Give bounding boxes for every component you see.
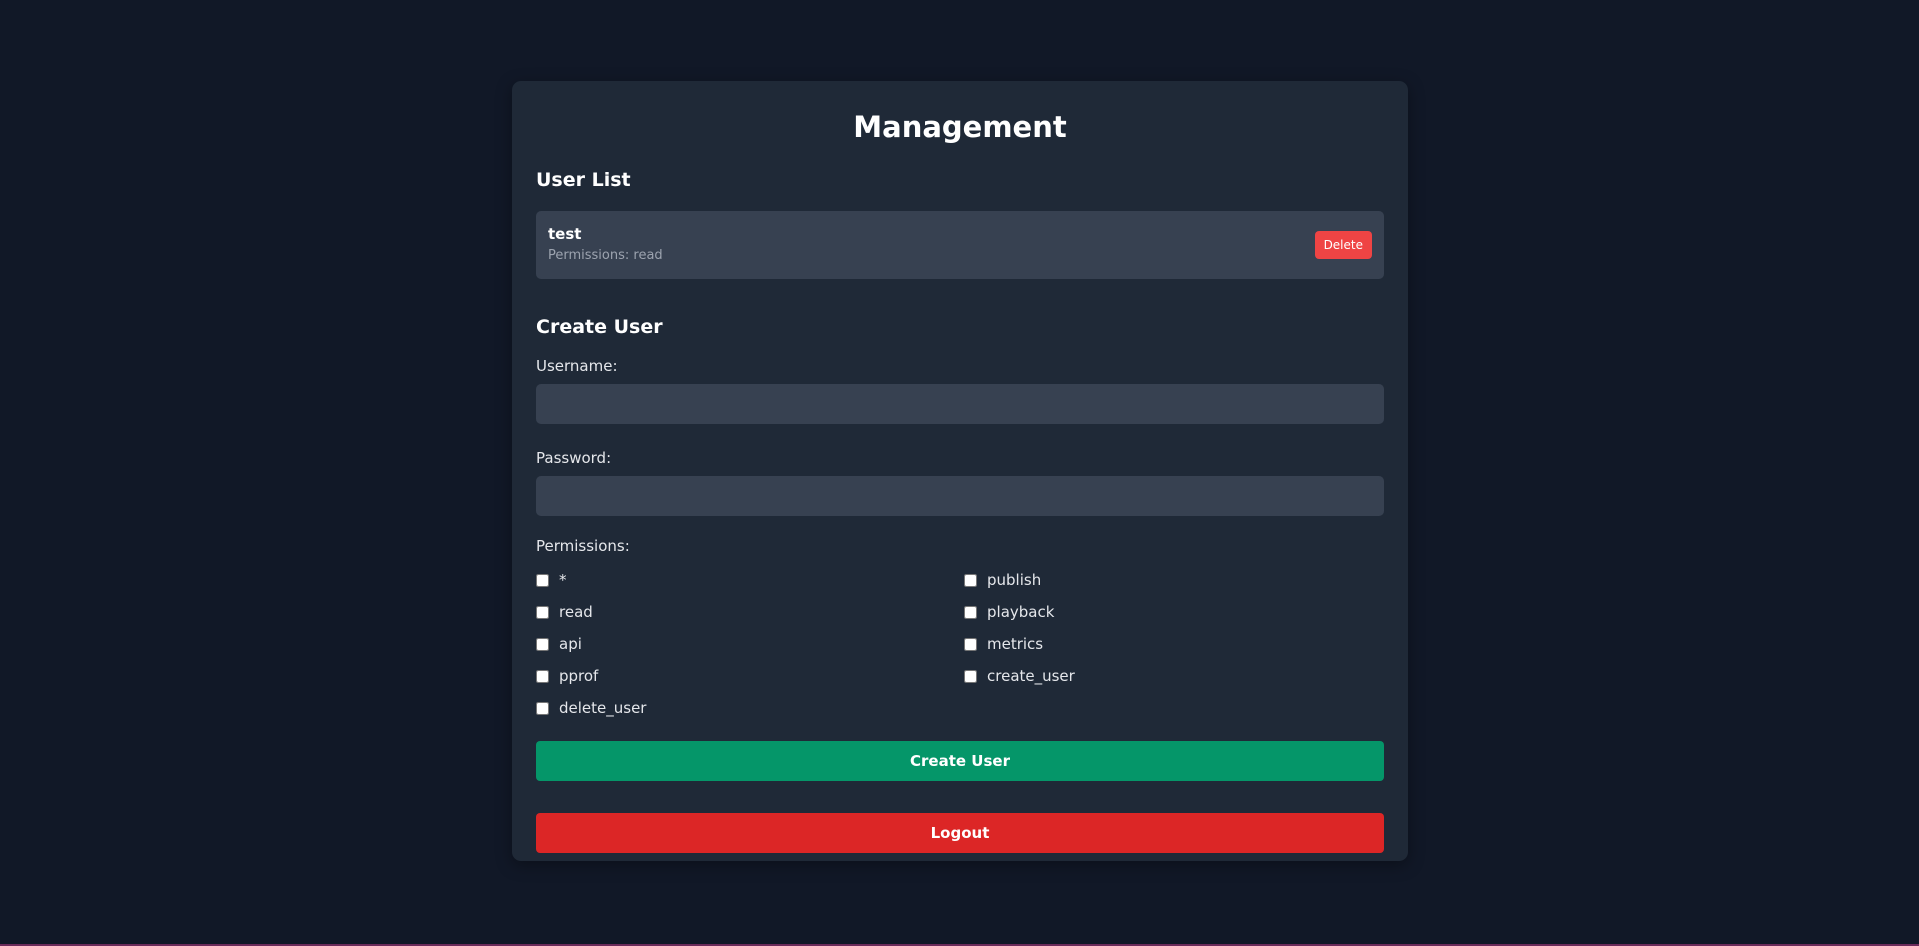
- permissions-label: Permissions:: [536, 537, 630, 555]
- management-card: Management User List test Permissions: r…: [512, 81, 1408, 861]
- permission-label-playback: playback: [987, 603, 1055, 621]
- user-permissions: Permissions: read: [548, 248, 663, 263]
- user-info: test Permissions: read: [548, 224, 663, 266]
- permission-item-create-user[interactable]: create_user: [964, 660, 1384, 692]
- permission-checkbox-metrics[interactable]: [964, 637, 977, 651]
- username-label: Username:: [536, 357, 618, 375]
- permission-item-metrics[interactable]: metrics: [964, 628, 1384, 660]
- permission-item-read[interactable]: read: [536, 596, 964, 628]
- permission-checkbox-delete-user[interactable]: [536, 701, 549, 715]
- delete-user-button[interactable]: Delete: [1314, 231, 1372, 259]
- permission-checkbox-create-user[interactable]: [964, 669, 977, 683]
- permission-item-delete-user[interactable]: delete_user: [536, 692, 964, 724]
- create-user-heading: Create User: [536, 316, 663, 338]
- permission-label-metrics: metrics: [987, 635, 1044, 653]
- permission-item-playback[interactable]: playback: [964, 596, 1384, 628]
- permission-item-api[interactable]: api: [536, 628, 964, 660]
- permission-item-publish[interactable]: publish: [964, 564, 1384, 596]
- permission-label-create-user: create_user: [987, 667, 1075, 685]
- permission-label-publish: publish: [987, 571, 1042, 589]
- username-input[interactable]: [536, 384, 1384, 424]
- permission-checkbox-read[interactable]: [536, 605, 549, 619]
- permission-checkbox-publish[interactable]: [964, 573, 977, 587]
- user-name: test: [548, 225, 582, 243]
- permission-label-api: api: [559, 635, 582, 653]
- permission-checkbox-playback[interactable]: [964, 605, 977, 619]
- user-list-item: test Permissions: read Delete: [536, 211, 1384, 279]
- page-title: Management: [853, 110, 1067, 144]
- page: Management User List test Permissions: r…: [0, 0, 1919, 946]
- permission-checkbox-pprof[interactable]: [536, 669, 549, 683]
- permission-item-pprof[interactable]: pprof: [536, 660, 964, 692]
- permission-label-delete-user: delete_user: [559, 699, 647, 717]
- permission-item-all[interactable]: *: [536, 564, 964, 596]
- password-label: Password:: [536, 449, 612, 467]
- permission-checkbox-api[interactable]: [536, 637, 549, 651]
- permission-label-read: read: [559, 603, 593, 621]
- permission-checkbox-all[interactable]: [536, 573, 549, 587]
- password-input[interactable]: [536, 476, 1384, 516]
- permission-label-pprof: pprof: [559, 667, 599, 685]
- permission-label-all: *: [559, 571, 567, 589]
- logout-button[interactable]: Logout: [536, 813, 1384, 853]
- user-list-heading: User List: [536, 169, 631, 191]
- permissions-grid: * publish read playback api metrics ppro…: [536, 564, 1384, 724]
- create-user-button[interactable]: Create User: [536, 741, 1384, 781]
